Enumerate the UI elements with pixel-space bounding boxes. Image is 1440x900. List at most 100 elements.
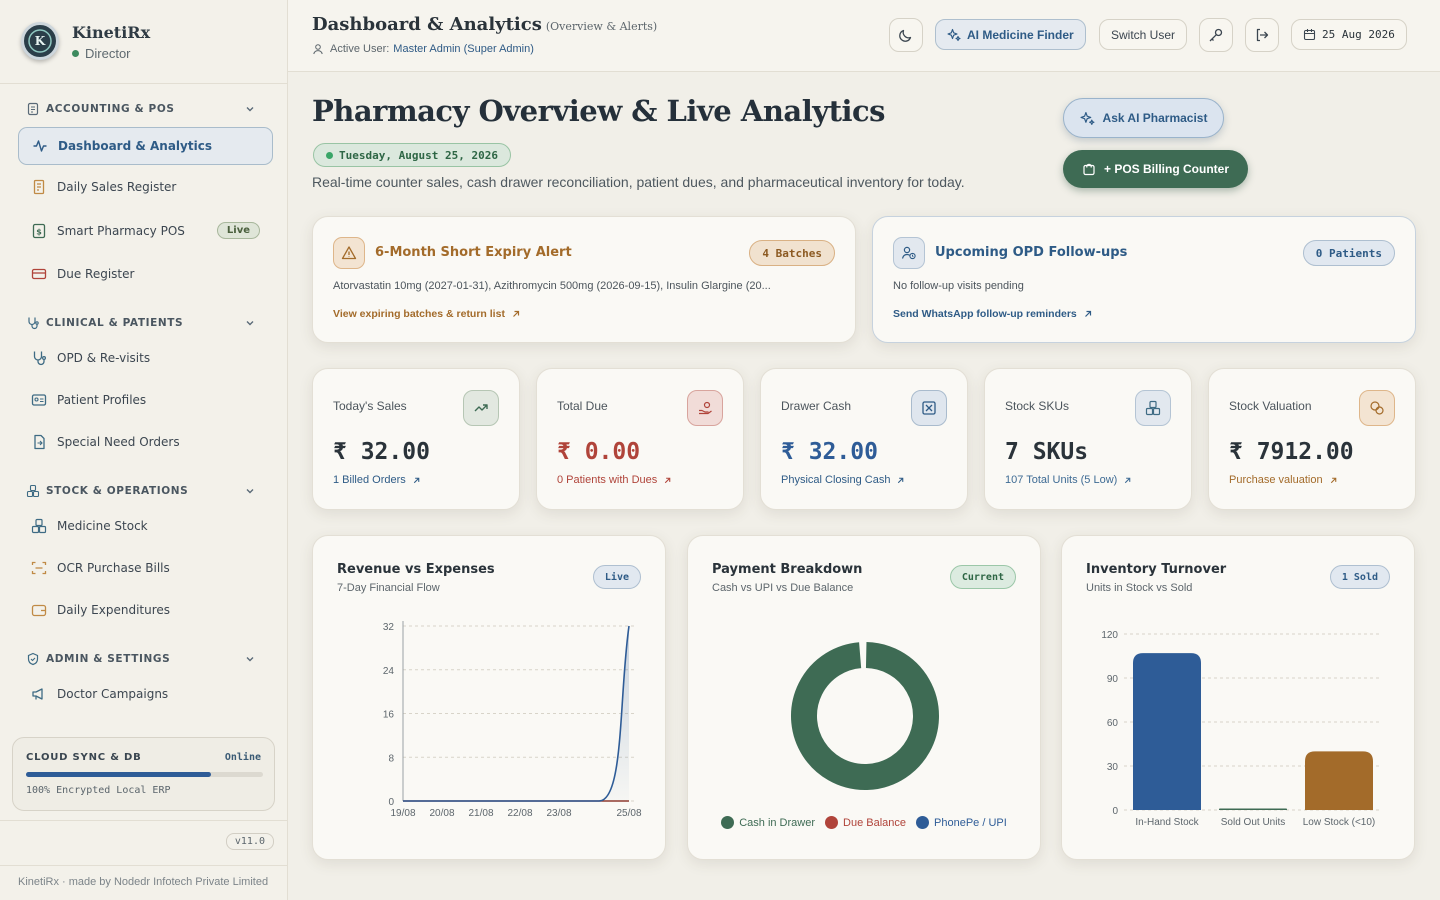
stethoscope-icon [28,317,39,330]
credit-text: KinetiRx · made by Nodedr Infotech Priva… [18,876,269,888]
legend-item: Cash in Drawer [721,816,815,829]
donut-slice [791,642,939,790]
user-clock-icon [901,246,916,260]
receipt-icon [33,179,45,195]
legend-label: Due Balance [843,816,907,829]
logout-button[interactable] [1245,18,1279,52]
x-tick-label: 19/08 [390,808,415,819]
expiring-batches-link[interactable]: View expiring batches & return list [333,308,521,320]
y-tick-label: 24 [383,666,395,677]
switch-user-button[interactable]: Switch User [1099,19,1188,50]
legend-item: PhonePe / UPI [916,816,1007,829]
sidebar-item-expenditures[interactable]: Daily Expenditures [18,591,273,629]
y-tick-label: 30 [1107,762,1119,773]
sidebar-item-due-register[interactable]: Due Register [18,255,273,293]
alert-title: 6-Month Short Expiry Alert [375,245,572,260]
stat-card-due[interactable]: Total Due ₹ 0.00 0 Patients with Dues [536,368,744,510]
x-tick-label: Sold Out Units [1221,817,1285,828]
batches-badge: 4 Batches [749,240,835,266]
sidebar-item-ocr-bills[interactable]: OCR Purchase Bills [18,549,273,587]
sparkles-icon [1080,111,1095,125]
bar [1133,653,1201,810]
x-tick-label: Low Stock (<10) [1303,817,1376,828]
logout-icon [1256,28,1269,42]
sidebar-item-medicine-stock[interactable]: Medicine Stock [18,507,273,545]
section-admin-settings[interactable]: ADMIN & SETTINGS [26,650,262,668]
chart-subtitle: 7-Day Financial Flow [337,582,440,594]
legend-swatch [721,816,735,829]
sync-progress [26,772,263,777]
ai-medicine-finder-button[interactable]: AI Medicine Finder [935,19,1086,50]
cash-box-icon [922,401,936,415]
sidebar-item-opd-revisits[interactable]: OPD & Re-visits [18,339,273,377]
arrow-up-right-icon [1125,477,1131,483]
section-clinical-patients[interactable]: CLINICAL & PATIENTS [26,314,262,332]
stat-label: Total Due [557,399,608,413]
chart-subtitle: Units in Stock vs Sold [1086,582,1193,594]
user-role: Director [72,46,131,61]
alert-icon-box [893,237,925,269]
date-button[interactable]: 25 Aug 2026 [1291,19,1407,50]
arrow-up-right-icon [1084,310,1091,317]
trend-up-icon [474,404,488,412]
arrow-up-right-icon [1330,477,1336,483]
divider [0,820,287,821]
sold-badge: 1 Sold [1329,565,1390,589]
credit-card-icon [31,268,47,280]
overview-description: Real-time counter sales, cash drawer rec… [312,174,965,190]
id-card-icon [31,394,47,406]
sidebar-item-smart-pos[interactable]: $ Smart Pharmacy POS Live [18,212,273,250]
y-tick-label: 8 [388,753,394,764]
sidebar-item-patient-profiles[interactable]: Patient Profiles [18,381,273,419]
live-badge: Live [592,565,641,589]
sidebar-item-doctor-campaigns[interactable]: Doctor Campaigns [18,675,273,713]
stat-value: ₹ 32.00 [333,439,430,465]
current-badge: Current [949,565,1016,589]
file-arrow-icon [34,434,45,450]
section-accounting-pos[interactable]: ACCOUNTING & POS [26,100,262,118]
alert-text: Atorvastatin 10mg (2027-01-31), Azithrom… [333,280,771,292]
section-stock-operations[interactable]: STOCK & OPERATIONS [26,482,262,500]
key-button[interactable] [1199,18,1233,52]
sidebar-item-dashboard[interactable]: Dashboard & Analytics [18,127,273,165]
stat-sub-link[interactable]: Purchase valuation [1229,474,1338,486]
calendar-icon [1303,29,1316,41]
sync-title: CLOUD SYNC & DB [26,752,142,763]
x-tick-label: 22/08 [507,808,532,819]
legend-item: Due Balance [825,816,906,829]
whatsapp-reminders-link[interactable]: Send WhatsApp follow-up reminders [893,308,1093,320]
user-icon [313,44,323,55]
alert-text: No follow-up visits pending [893,280,1024,292]
stat-sub-link[interactable]: 0 Patients with Dues [557,474,672,486]
pos-billing-counter-button[interactable]: + POS Billing Counter [1063,150,1248,188]
stat-card-sales[interactable]: Today's Sales ₹ 32.00 1 Billed Orders [312,368,520,510]
theme-toggle-button[interactable] [889,18,923,52]
stat-sub-link[interactable]: 1 Billed Orders [333,474,421,486]
coins-icon [1370,401,1384,415]
stat-card-valuation[interactable]: Stock Valuation ₹ 7912.00 Purchase valua… [1208,368,1416,510]
y-tick-label: 16 [383,710,395,721]
alert-icon-box [333,237,365,269]
stat-sub-link[interactable]: Physical Closing Cash [781,474,905,486]
chart-title: Revenue vs Expenses [337,562,495,577]
legend-swatch [916,816,930,829]
legend-label: Cash in Drawer [739,816,816,829]
active-user: Active User: Master Admin (Super Admin) [312,43,534,55]
brand-header: K KinetiRx Director [0,0,287,84]
sync-detail: 100% Encrypted Local ERP [26,785,171,796]
ask-ai-pharmacist-button[interactable]: Ask AI Pharmacist [1063,98,1224,138]
shopping-bag-icon [1083,163,1095,176]
expiry-alert-card: 6-Month Short Expiry Alert 4 Batches Ato… [312,216,856,343]
followup-alert-card: Upcoming OPD Follow-ups 0 Patients No fo… [872,216,1416,343]
svg-text:K: K [35,34,46,48]
sidebar-item-special-orders[interactable]: Special Need Orders [18,423,273,461]
sidebar-item-daily-sales[interactable]: Daily Sales Register [18,168,273,206]
arrow-up-right-icon [413,477,420,483]
stat-card-drawer[interactable]: Drawer Cash ₹ 32.00 Physical Closing Cas… [760,368,968,510]
payment-legend: Cash in Drawer Due Balance PhonePe / UPI [688,816,1040,829]
stat-card-skus[interactable]: Stock SKUs 7 SKUs 107 Total Units (5 Low… [984,368,1192,510]
wallet-icon [31,604,47,617]
legend-swatch [825,816,839,829]
stat-sub-link[interactable]: 107 Total Units (5 Low) [1005,474,1132,486]
divider [0,865,287,866]
